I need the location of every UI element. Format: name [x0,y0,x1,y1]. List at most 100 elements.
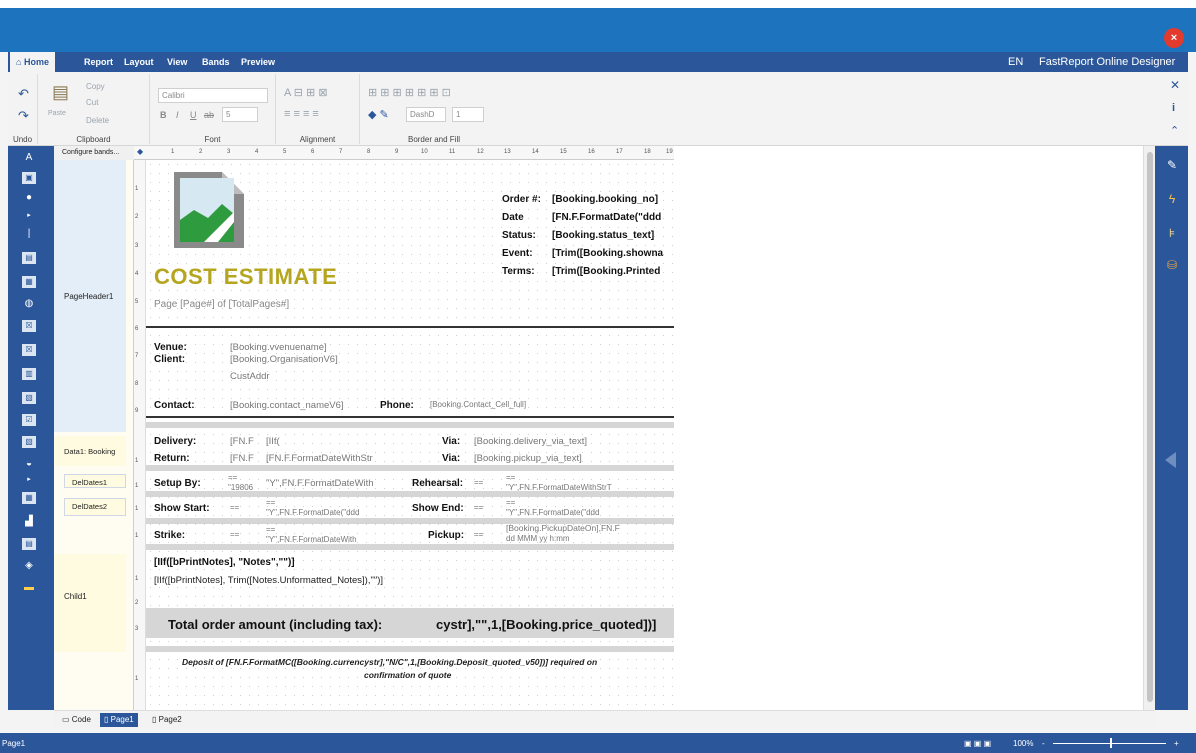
tab-layout[interactable]: Layout [124,52,154,72]
terms-value[interactable]: [Trim([Booking.Printed [552,266,672,277]
show-start-time-field[interactable]: == [266,498,275,507]
zip-object-icon[interactable]: ▤ [22,538,36,550]
fill-color-icon[interactable]: ◆ ✎ [368,108,389,121]
show-start-label[interactable]: Show Start: [154,503,210,514]
svg-object-icon[interactable]: ▬ [22,582,36,594]
border-lines-icon[interactable]: ⊞ ⊞ ⊞ ⊞ ⊞ ⊞ ⊡ [368,86,451,99]
event-label[interactable]: Event: [502,248,533,259]
order-label[interactable]: Order #: [502,194,541,205]
vertical-scrollbar[interactable] [1143,146,1155,710]
tab-code[interactable]: ▭ Code [58,713,95,727]
delete-button[interactable]: Delete [86,116,109,125]
crosstab-object-icon[interactable]: ☒ [22,344,36,356]
total-value[interactable]: cystr],"",1,[Booking.price_quoted])] [436,617,672,632]
gauge-object-icon[interactable]: ▦ [22,492,36,504]
zoom-fit-icons[interactable]: ▣ ▣ ▣ [964,739,991,748]
delivery-date-field[interactable]: [FN.F [230,436,254,447]
map-object-icon[interactable]: ◒ [22,458,36,470]
show-start-date-field[interactable]: == [230,503,239,512]
matrix-object-icon[interactable]: ▧ [22,392,36,404]
tab-view[interactable]: View [167,52,187,72]
fullscreen-icon[interactable]: ✕ [1170,78,1180,92]
cut-button[interactable]: Cut [86,98,98,107]
venue-label[interactable]: Venue: [154,342,187,353]
status-label[interactable]: Status: [502,230,536,241]
table-object-icon[interactable]: ▦ [22,276,36,288]
border-width-select[interactable]: 1 [452,107,484,122]
deposit-line-1[interactable]: Deposit of [FN.F.FormatMC([Booking.curre… [182,657,597,667]
font-size-select[interactable]: 5 [222,107,258,122]
copy-button[interactable]: Copy [86,82,105,91]
rehearsal-time-field[interactable]: == [506,473,515,482]
wrench-icon[interactable]: ✎ [1166,158,1178,172]
shape-object-icon[interactable]: ● [22,192,36,204]
delivery-label[interactable]: Delivery: [154,436,196,447]
band-child1[interactable] [54,554,126,652]
dash-style-select[interactable]: DashD [406,107,446,122]
pickup-label[interactable]: Pickup: [428,530,464,541]
expand-arrow-2-icon[interactable]: ▸ [22,474,36,486]
chart-object-icon[interactable]: ▟ [22,516,36,528]
font-name-select[interactable]: Calibri [158,88,268,103]
text-object-icon[interactable]: A [22,152,36,164]
pickup-time-field-2[interactable]: dd MMM yy h:mm [506,534,570,543]
divider-line[interactable] [146,416,674,418]
zoom-in-button[interactable]: + [1174,739,1179,748]
zoom-slider-handle[interactable] [1110,738,1112,748]
terms-label[interactable]: Terms: [502,266,535,277]
report-title[interactable]: COST ESTIMATE [154,264,337,290]
page-number-field[interactable]: Page [Page#] of [TotalPages#] [154,299,289,310]
line-object-icon[interactable]: | [22,228,36,240]
return-date-field[interactable]: [FN.F [230,453,254,464]
show-end-date-field[interactable]: == [474,503,483,512]
event-value[interactable]: [Trim([Booking.showna [552,248,672,259]
delivery-time-field[interactable]: [IIf( [266,436,280,447]
paste-icon[interactable]: ▤ [52,82,69,103]
rehearsal-date-field[interactable]: == [474,478,483,487]
strike-date-field[interactable]: == [230,530,239,539]
tab-bands[interactable]: Bands [202,52,230,72]
show-end-time-field-2[interactable]: "Y",FN.F.FormatDate("ddd [506,508,666,517]
tab-report[interactable]: Report [84,52,113,72]
report-page[interactable]: COST ESTIMATE Page [Page#] of [TotalPage… [146,160,674,710]
strikethrough-button[interactable]: ab [204,110,214,120]
configure-bands-button[interactable]: Configure bands... [54,146,134,160]
pickup-via-value[interactable]: [Booking.pickup_via_text] [474,453,582,464]
divider-line[interactable] [146,326,674,328]
show-start-time-field-2[interactable]: "Y",FN.F.FormatDate("ddd [266,508,386,517]
collapse-ribbon-icon[interactable]: ⌃ [1170,124,1179,137]
delivery-via-value[interactable]: [Booking.delivery_via_text] [474,436,587,447]
events-icon[interactable]: ϟ [1166,192,1178,206]
show-end-time-field[interactable]: == [506,498,515,507]
contact-value[interactable]: [Booking.contact_nameV6] [230,400,344,411]
italic-button[interactable]: I [176,110,179,120]
notes-heading[interactable]: [IIf([bPrintNotes], "Notes","")] [154,557,295,568]
date-value[interactable]: [FN.F.FormatDate("ddd [552,212,672,223]
check-object-icon[interactable]: ☑ [22,414,36,426]
scrollbar-thumb[interactable] [1147,152,1153,702]
close-button[interactable]: × [1164,28,1184,48]
expand-arrow-icon[interactable]: ▸ [22,210,36,222]
align-horizontal-icon[interactable]: ≡ ≡ ≡ ≡ [284,108,319,120]
bold-button[interactable]: B [160,110,167,120]
tab-page2[interactable]: ▯ Page2 [148,713,186,727]
pickup-date-field[interactable]: == [474,530,483,539]
paste-button[interactable]: Paste [48,110,66,117]
order-value[interactable]: [Booking.booking_no] [552,194,672,205]
picture-object-icon[interactable]: ▣ [22,172,36,184]
strike-time-field-2[interactable]: "Y",FN.F.FormatDateWith [266,535,386,544]
date-label[interactable]: Date [502,212,524,223]
return-time-field[interactable]: [FN.F.FormatDateWithStr [266,453,386,464]
phone-value[interactable]: [Booking.Contact_Cell_full] [430,400,526,409]
pickup-via-label[interactable]: Via: [442,453,460,464]
status-value[interactable]: [Booking.status_text] [552,230,672,241]
checkbox-object-icon[interactable]: ☒ [22,320,36,332]
richtext-object-icon[interactable]: ▤ [22,252,36,264]
strike-time-field[interactable]: == [266,525,275,534]
subreport-object-icon[interactable]: ▧ [22,436,36,448]
info-icon[interactable]: i [1172,102,1175,114]
rehearsal-label[interactable]: Rehearsal: [412,478,463,489]
data-source-icon[interactable]: ⛁ [1166,258,1178,272]
report-tree-icon[interactable]: ⊧ [1166,226,1178,240]
setup-date-field[interactable]: == [228,473,237,482]
